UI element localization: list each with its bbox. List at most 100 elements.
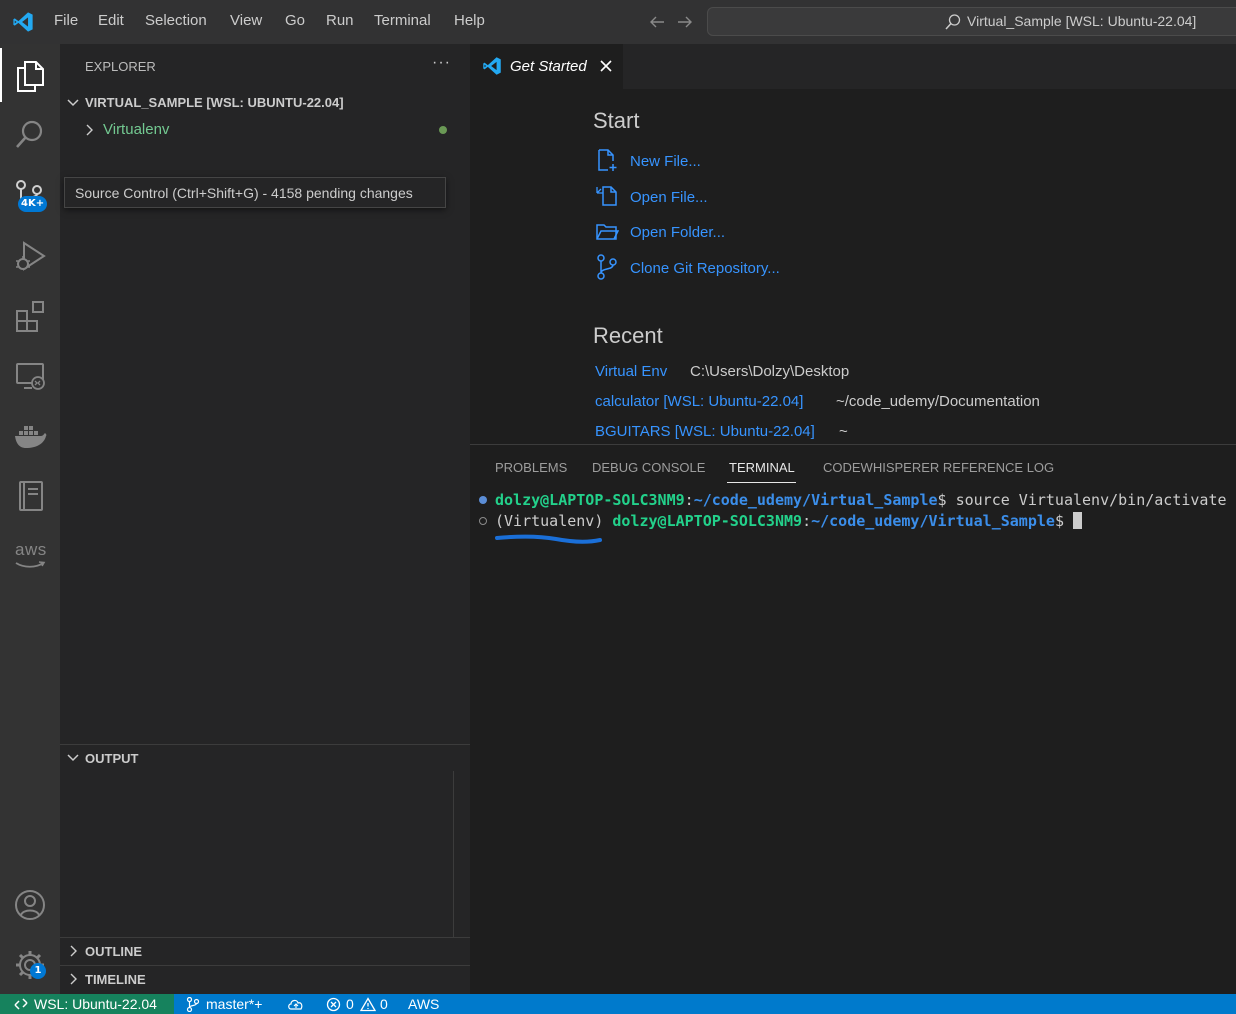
extensions-icon (16, 301, 44, 332)
title-bar: File Edit Selection View Go Run Terminal… (0, 0, 1236, 44)
tab-get-started[interactable]: Get Started (470, 44, 623, 89)
remote-icon (14, 998, 28, 1010)
run-debug-button[interactable] (0, 229, 60, 279)
vscode-logo-icon (483, 57, 501, 75)
menu-terminal[interactable]: Terminal (374, 12, 431, 29)
docker-icon (15, 426, 47, 448)
recent-path: ~ (839, 423, 848, 440)
more-actions-icon[interactable]: ··· (432, 54, 451, 72)
open-folder-icon (595, 220, 619, 244)
docker-button[interactable] (0, 409, 60, 459)
notebook-icon (19, 481, 43, 511)
menu-view[interactable]: View (230, 12, 262, 29)
command-center[interactable]: Virtual_Sample [WSL: Ubuntu-22.04] (707, 7, 1236, 36)
divider (60, 965, 470, 966)
terminal-path: ~/code_udemy/Virtual_Sample (693, 491, 938, 509)
workspace-header[interactable]: VIRTUAL_SAMPLE [WSL: UBUNTU-22.04] (60, 92, 470, 114)
underline-annotation (495, 534, 602, 544)
activity-bar: 4K+ aws 1 (0, 44, 60, 994)
aws-logo-label: aws (15, 540, 47, 559)
menu-help[interactable]: Help (454, 12, 485, 29)
menu-edit[interactable]: Edit (98, 12, 124, 29)
recent-bguitars-link[interactable]: BGUITARS [WSL: Ubuntu-22.04] (595, 423, 815, 440)
active-tab-underline (727, 482, 796, 483)
explorer-button[interactable] (0, 49, 60, 99)
terminal-line: dolzy@LAPTOP-SOLC3NM9:~/code_udemy/Virtu… (495, 491, 1227, 509)
chevron-right-icon (70, 973, 77, 985)
terminal-user: dolzy@LAPTOP-SOLC3NM9 (612, 512, 803, 530)
recent-heading: Recent (593, 323, 663, 348)
remote-indicator[interactable]: WSL: Ubuntu-22.04 (0, 994, 174, 1014)
close-icon[interactable] (600, 60, 612, 72)
timeline-header-label: TIMELINE (85, 972, 146, 987)
notebook-button[interactable] (0, 469, 60, 519)
start-heading: Start (593, 108, 640, 133)
terminal-venv: (Virtualenv) (495, 512, 613, 530)
warning-icon (360, 997, 376, 1012)
git-branch-icon (186, 997, 200, 1012)
chevron-right-icon (70, 945, 77, 957)
branch-label: master*+ (206, 996, 263, 1012)
recent-virtual-env-link[interactable]: Virtual Env (595, 363, 667, 380)
timeline-header[interactable]: TIMELINE (60, 967, 470, 991)
git-branch-icon (595, 254, 619, 280)
search-view-button[interactable] (0, 108, 60, 158)
tab-debug-console[interactable]: DEBUG CONSOLE (592, 460, 705, 475)
source-control-button[interactable]: 4K+ (0, 169, 60, 219)
workspace-name: VIRTUAL_SAMPLE [WSL: UBUNTU-22.04] (85, 95, 344, 110)
accounts-button[interactable] (0, 879, 60, 929)
search-view-icon (16, 120, 43, 148)
tab-terminal[interactable]: TERMINAL (729, 460, 795, 475)
terminal-cursor (1073, 512, 1082, 529)
command-success-dot-icon (479, 496, 487, 504)
manage-button[interactable]: 1 (0, 939, 60, 989)
clone-git-repository-link[interactable]: Clone Git Repository... (630, 260, 780, 277)
remote-explorer-button[interactable] (0, 349, 60, 399)
terminal-separator: : (802, 512, 812, 530)
remote-label: WSL: Ubuntu-22.04 (34, 996, 157, 1012)
menu-file[interactable]: File (54, 12, 78, 29)
output-header[interactable]: OUTPUT (60, 746, 470, 770)
outline-header-label: OUTLINE (85, 944, 143, 959)
terminal-command: source Virtualenv/bin/activate (946, 491, 1227, 509)
source-control-badge: 4K+ (18, 196, 48, 212)
status-bar: WSL: Ubuntu-22.04 master*+ 0 0 AWS (0, 994, 1236, 1014)
chevron-down-icon (67, 99, 79, 107)
error-count: 0 (346, 996, 354, 1012)
command-pending-dot-icon (479, 517, 487, 525)
terminal-path: ~/code_udemy/Virtual_Sample (811, 512, 1055, 530)
warning-count: 0 (380, 996, 388, 1012)
recent-calculator-link[interactable]: calculator [WSL: Ubuntu-22.04] (595, 393, 803, 410)
menu-selection[interactable]: Selection (145, 12, 207, 29)
tab-problems[interactable]: PROBLEMS (495, 460, 567, 475)
open-folder-link[interactable]: Open Folder... (630, 224, 725, 241)
new-file-link[interactable]: New File... (630, 153, 701, 170)
divider (60, 937, 470, 938)
menu-run[interactable]: Run (326, 12, 354, 29)
recent-path: ~/code_udemy/Documentation (836, 393, 1040, 410)
open-file-icon (595, 184, 619, 208)
back-arrow-icon[interactable] (648, 13, 666, 31)
remote-explorer-icon (16, 363, 45, 390)
modified-dot-icon (439, 126, 447, 134)
tab-codewhisperer-reference-log[interactable]: CODEWHISPERER REFERENCE LOG (823, 460, 1054, 475)
output-scrollbar[interactable] (453, 771, 454, 937)
terminal-user: dolzy@LAPTOP-SOLC3NM9 (495, 491, 685, 509)
terminal-prompt: $ (937, 491, 947, 509)
sidebar-title: EXPLORER (85, 59, 156, 74)
cloud-sync-icon[interactable] (287, 997, 305, 1011)
recent-path: C:\Users\Dolzy\Desktop (690, 363, 850, 380)
aws-status[interactable]: AWS (408, 996, 439, 1012)
menu-go[interactable]: Go (285, 12, 305, 29)
tree-item-label: Virtualenv (103, 121, 170, 138)
open-file-link[interactable]: Open File... (630, 189, 708, 206)
extensions-button[interactable] (0, 289, 60, 339)
aws-button[interactable]: aws (0, 534, 60, 584)
terminal-line: (Virtualenv) dolzy@LAPTOP-SOLC3NM9:~/cod… (495, 512, 1082, 530)
tree-item-virtualenv[interactable]: Virtualenv (60, 118, 470, 140)
outline-header[interactable]: OUTLINE (60, 939, 470, 963)
tab-label: Get Started (510, 58, 587, 75)
new-file-icon (595, 148, 619, 172)
forward-arrow-icon[interactable] (676, 13, 694, 31)
chevron-right-icon (86, 124, 93, 136)
